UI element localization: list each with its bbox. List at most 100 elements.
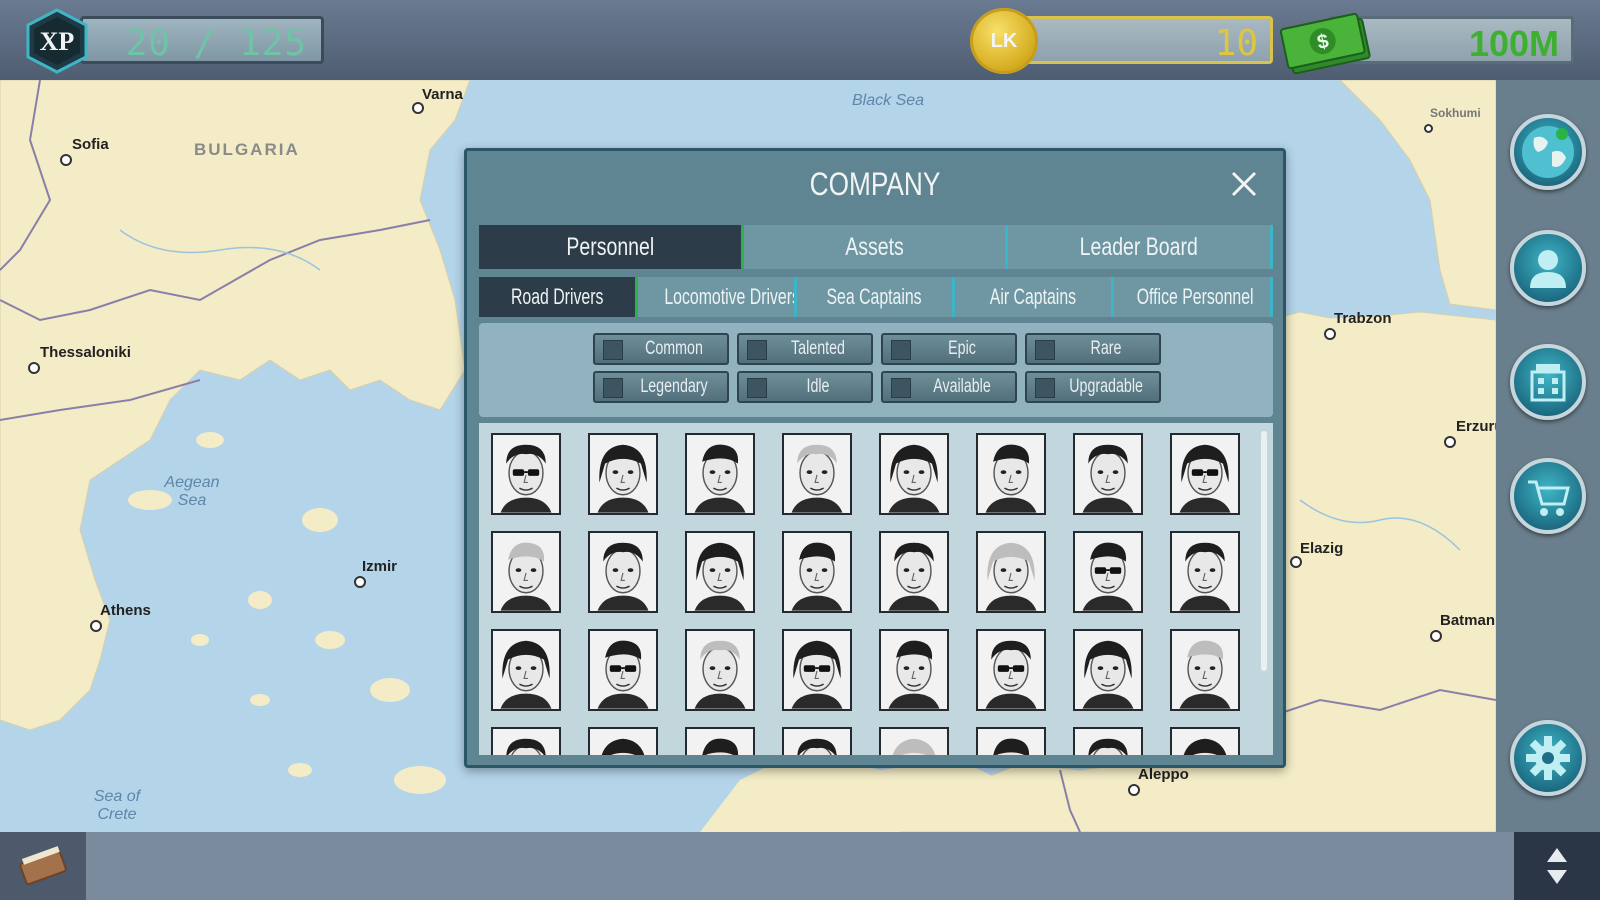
portrait-face-icon [784,729,850,755]
expand-toggle-button[interactable] [1514,832,1600,900]
personnel-portrait[interactable] [685,629,755,711]
portrait-face-icon [978,729,1044,755]
filter-legendary[interactable]: Legendary [593,371,729,403]
tab-leader-board[interactable]: Leader Board [1008,225,1274,269]
personnel-portrait[interactable] [976,629,1046,711]
personnel-portrait[interactable] [782,727,852,755]
portrait-face-icon [784,631,850,709]
personnel-portrait[interactable] [491,727,561,755]
portrait-face-icon [493,435,559,513]
checkbox-icon [603,378,623,398]
personnel-portrait[interactable] [1073,727,1143,755]
xp-value: 20 / 125 [125,23,307,64]
city-sokhumi[interactable]: Sokhumi [1424,106,1481,133]
city-trabzon[interactable]: Trabzon [1324,310,1392,340]
portrait-face-icon [687,533,753,611]
right-side-menu [1496,80,1600,832]
portrait-face-icon [1172,729,1238,755]
filter-available[interactable]: Available [881,371,1017,403]
settings-button[interactable] [1510,720,1586,796]
personnel-portrait[interactable] [1073,433,1143,515]
subtab-sea-captains[interactable]: Sea Captains [796,277,956,317]
personnel-portrait[interactable] [782,433,852,515]
personnel-portrait[interactable] [879,531,949,613]
portrait-face-icon [881,729,947,755]
profile-icon [1530,250,1566,288]
personnel-portrait[interactable] [1170,727,1240,755]
shop-cart-icon [1528,480,1570,516]
bottom-bar [0,832,1600,900]
personnel-portrait[interactable] [685,727,755,755]
portrait-face-icon [1172,631,1238,709]
personnel-portrait[interactable] [491,629,561,711]
subtab-road-drivers[interactable]: Road Drivers [479,277,638,317]
close-icon[interactable] [1229,169,1259,199]
portrait-face-icon [1172,435,1238,513]
personnel-portrait[interactable] [976,727,1046,755]
personnel-portrait[interactable] [588,629,658,711]
filter-rare[interactable]: Rare [1025,333,1161,365]
news-ticker-bar [86,832,1514,900]
portrait-face-icon [590,729,656,755]
city-erzurum[interactable]: Erzurum [1444,418,1496,448]
portrait-face-icon [978,631,1044,709]
personnel-portrait[interactable] [1170,629,1240,711]
personnel-portrait[interactable] [491,531,561,613]
personnel-portrait[interactable] [1170,433,1240,515]
personnel-portrait[interactable] [879,629,949,711]
filter-upgradable[interactable]: Upgradable [1025,371,1161,403]
shop-button[interactable] [1510,458,1586,534]
book-button[interactable] [0,832,86,900]
city-thessaloniki[interactable]: Thessaloniki [28,344,131,374]
portrait-face-icon [978,435,1044,513]
city-elazig[interactable]: Elazig [1290,540,1343,568]
profile-button[interactable] [1510,230,1586,306]
portrait-face-icon [978,533,1044,611]
city-aleppo[interactable]: Aleppo [1128,766,1189,796]
personnel-grid[interactable] [479,423,1273,755]
scrollbar[interactable] [1261,431,1267,671]
filter-idle[interactable]: Idle [737,371,873,403]
filter-common[interactable]: Common [593,333,729,365]
city-batman[interactable]: Batman [1430,612,1495,642]
personnel-portrait[interactable] [879,727,949,755]
subtab-office-personnel[interactable]: Office Personnel [1114,277,1273,317]
headquarters-button[interactable] [1510,344,1586,420]
sea-label-aegean-sea: Aegean Sea [164,474,220,509]
subtab-locomotive-drivers[interactable]: Locomotive Drivers [637,277,797,317]
globe-button[interactable] [1510,114,1586,190]
personnel-portrait[interactable] [782,629,852,711]
settings-gear-icon [1526,736,1570,780]
personnel-portrait[interactable] [588,727,658,755]
personnel-portrait[interactable] [588,433,658,515]
subtab-air-captains[interactable]: Air Captains [955,277,1115,317]
city-athens[interactable]: Athens [90,602,151,632]
portrait-face-icon [1075,631,1141,709]
filter-epic[interactable]: Epic [881,333,1017,365]
filter-talented[interactable]: Talented [737,333,873,365]
personnel-portrait[interactable] [879,433,949,515]
city-sofia[interactable]: Sofia [60,136,109,166]
portrait-face-icon [590,435,656,513]
company-dialog: COMPANY Personnel Assets Leader Board Ro… [464,148,1286,768]
city-varna[interactable]: Varna [412,86,463,114]
personnel-portrait[interactable] [588,531,658,613]
xp-progress-bar: 20 / 125 [80,16,324,64]
personnel-portrait[interactable] [491,433,561,515]
tab-personnel[interactable]: Personnel [479,225,744,269]
personnel-portrait[interactable] [685,531,755,613]
personnel-portrait[interactable] [1170,531,1240,613]
personnel-portrait[interactable] [685,433,755,515]
personnel-portrait[interactable] [782,531,852,613]
personnel-portrait[interactable] [976,433,1046,515]
portrait-face-icon [881,631,947,709]
sea-label-black-sea: Black Sea [852,92,925,109]
personnel-portrait[interactable] [976,531,1046,613]
tab-assets[interactable]: Assets [743,225,1009,269]
personnel-portrait[interactable] [1073,629,1143,711]
portrait-face-icon [687,435,753,513]
personnel-portrait[interactable] [1073,531,1143,613]
city-izmir[interactable]: Izmir [354,558,397,588]
checkbox-icon [747,378,767,398]
portrait-face-icon [784,435,850,513]
